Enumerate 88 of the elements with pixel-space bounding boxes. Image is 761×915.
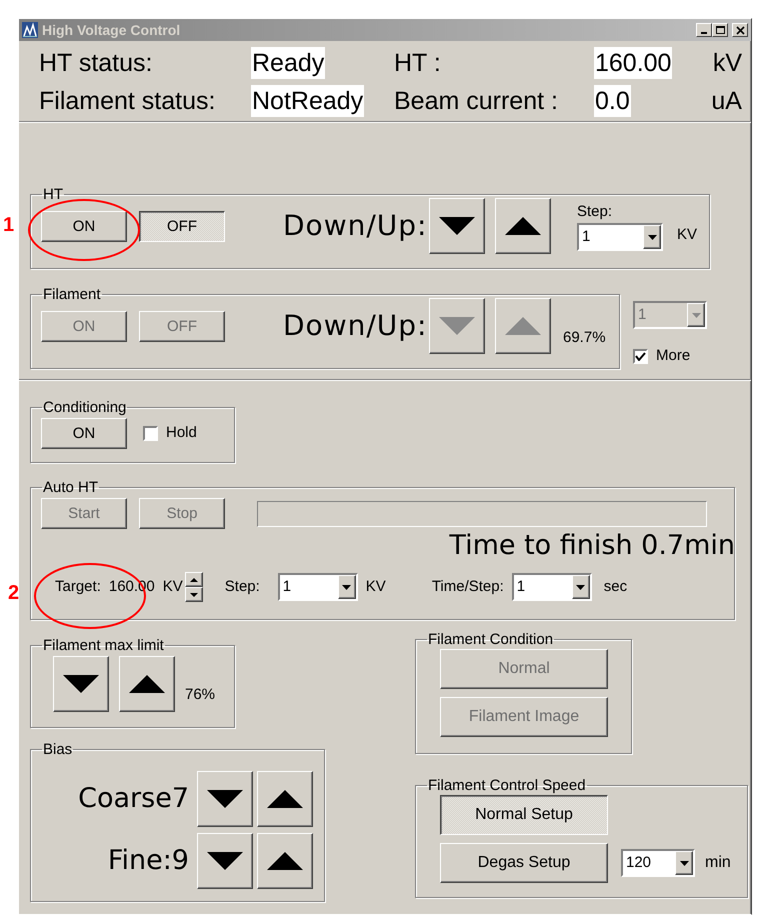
step-label: Step: (224, 576, 260, 597)
unit-label: uA (710, 86, 742, 117)
spin-down-button[interactable] (184, 587, 203, 602)
time-step-label: Time/Step: (432, 576, 504, 597)
checkbox-label: Hold (166, 423, 197, 444)
down-triangle-icon (439, 317, 475, 335)
close-button[interactable] (732, 23, 748, 37)
group-title: Filament (42, 287, 102, 302)
on-button[interactable]: ON (41, 418, 127, 449)
checkbox[interactable] (633, 348, 648, 364)
unit-label: sec (604, 576, 628, 597)
unit-label: kV (712, 48, 742, 79)
dropdown-button[interactable] (643, 225, 661, 250)
spin-up-button[interactable] (184, 572, 203, 587)
group-title: Filament Control Speed (427, 778, 587, 793)
status-value: 160.00 (594, 47, 672, 79)
bias-label: Coarse7 (77, 782, 190, 816)
up-triangle-icon (505, 317, 541, 335)
maximize-button[interactable] (712, 23, 728, 37)
up-button[interactable] (257, 833, 313, 889)
group-title: Auto HT (42, 480, 100, 495)
group-title: Bias (42, 742, 74, 757)
off-button[interactable]: OFF (139, 210, 225, 242)
group-title: HT (42, 187, 64, 202)
percent-reading: 69.7% (563, 328, 606, 348)
annotation-number: 1 (3, 215, 14, 235)
app-icon (22, 22, 38, 38)
on-button[interactable]: ON (41, 210, 127, 242)
down-up-label: Down/Up: (283, 208, 428, 244)
dropdown-button[interactable] (572, 575, 590, 599)
unit-label: KV (366, 576, 386, 597)
up-triangle-icon (505, 217, 541, 235)
status-value: Ready (251, 47, 326, 79)
checkmark-icon (635, 352, 646, 361)
target-label: Target: (55, 576, 101, 597)
duration-dropdown[interactable]: 120 (621, 849, 695, 877)
unit-label: KV (162, 576, 183, 597)
down-triangle-icon (190, 592, 198, 596)
down-triangle-icon (207, 790, 243, 808)
dropdown-button[interactable] (338, 575, 356, 599)
status-label: HT : (394, 48, 442, 79)
caret-icon (342, 584, 352, 590)
up-button[interactable] (119, 656, 175, 712)
window-title: High Voltage Control (42, 20, 180, 40)
down-triangle-icon (439, 217, 475, 235)
up-triangle-icon (267, 790, 303, 808)
down-button[interactable] (429, 198, 485, 254)
down-button[interactable] (53, 656, 109, 712)
down-button[interactable] (197, 771, 253, 827)
step-label: Step: (577, 202, 614, 222)
setup-button[interactable]: Degas Setup (440, 843, 608, 883)
down-button[interactable] (197, 833, 253, 889)
setup-button[interactable]: Normal Setup (440, 795, 608, 835)
step-dropdown[interactable]: 1 (577, 223, 663, 252)
unit-label: min (705, 853, 731, 873)
bias-label: Fine:9 (106, 844, 190, 878)
group-title: Filament Condition (427, 632, 554, 647)
close-icon (736, 26, 744, 34)
checkbox[interactable] (143, 426, 158, 441)
up-button[interactable] (257, 771, 313, 827)
percent-reading: 76% (185, 684, 216, 705)
down-triangle-icon (63, 675, 99, 693)
status-value: NotReady (251, 85, 364, 117)
caret-icon (576, 584, 586, 590)
status-value: 0.0 (594, 85, 631, 117)
unit-label: KV (677, 224, 698, 245)
up-triangle-icon (267, 852, 303, 870)
status-label: Beam current : (394, 86, 559, 117)
group-title: Filament max limit (42, 638, 165, 653)
up-button[interactable] (495, 198, 551, 254)
down-up-label: Down/Up: (283, 308, 428, 344)
caret-icon (692, 312, 700, 318)
up-triangle-icon (190, 578, 198, 582)
dropdown-button[interactable] (675, 851, 693, 875)
down-triangle-icon (207, 852, 243, 870)
minimize-button[interactable] (696, 23, 712, 37)
annotation-number: 2 (8, 583, 20, 603)
up-triangle-icon (129, 675, 165, 693)
group-title: Conditioning (42, 400, 128, 415)
time-step-dropdown[interactable]: 1 (512, 573, 592, 601)
caret-icon (648, 234, 656, 240)
time-to-finish: Time to finish 0.7min (449, 530, 735, 562)
step-dropdown[interactable]: 1 (278, 573, 358, 601)
status-label: Filament status: (39, 86, 216, 117)
status-label: HT status: (39, 48, 154, 79)
checkbox-label: More (656, 346, 690, 366)
caret-icon (680, 860, 688, 866)
maximize-icon (716, 26, 724, 34)
